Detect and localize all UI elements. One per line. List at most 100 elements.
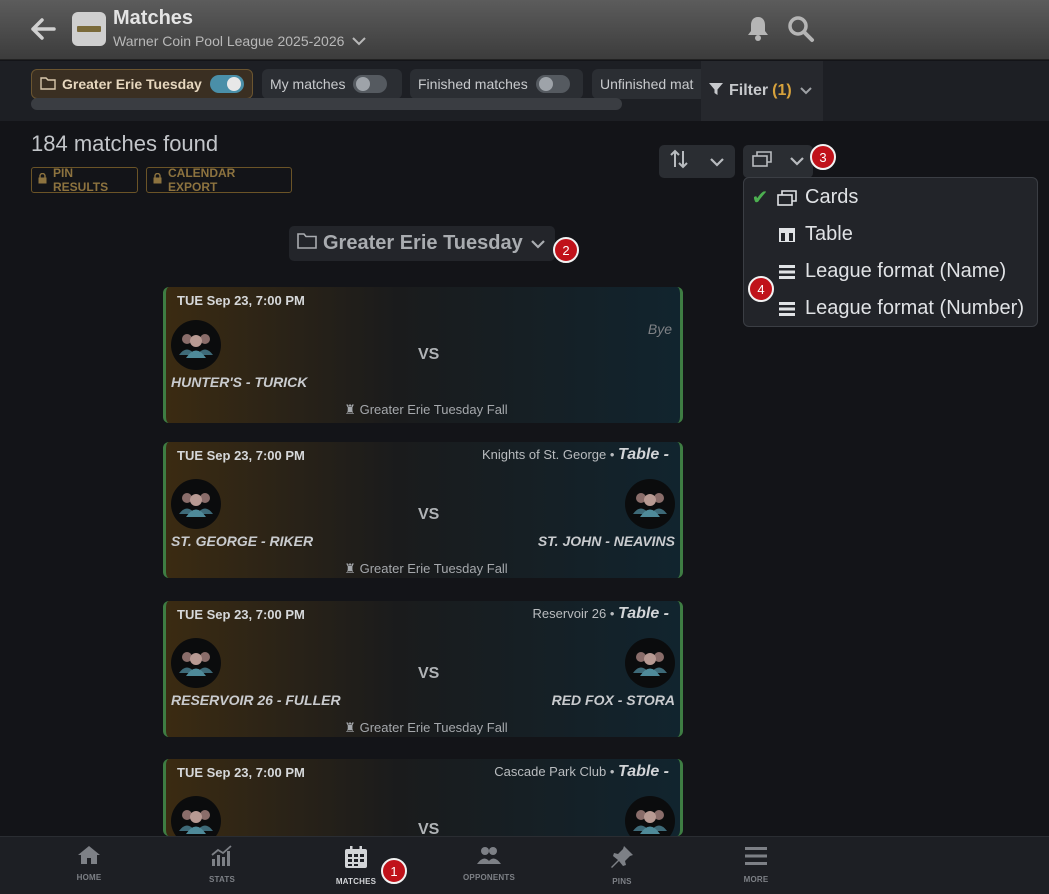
menu-item-league-format-name[interactable]: League format (Name) [744, 253, 1039, 290]
pin-results-button[interactable]: PIN RESULTS [31, 166, 138, 194]
chip-toggle[interactable] [353, 75, 388, 93]
calendar-export-button[interactable]: CALENDAR EXPORT [146, 166, 292, 194]
nav-label: OPPONENTS [462, 873, 516, 882]
season-label: ♜ Greater Erie Tuesday Fall [344, 402, 508, 417]
team-avatar [171, 638, 221, 688]
opponents-icon [477, 845, 501, 870]
results-count: 184 matches found [31, 131, 219, 156]
venue-label: Knights of St. George • Table - [481, 446, 669, 463]
view-mode-menu: ✔ Cards Table League format (Name) Leagu… [743, 177, 1038, 327]
vs-label: VS [418, 346, 440, 363]
nav-label: STATS [208, 875, 236, 884]
sort-arrows-icon [669, 149, 689, 174]
search-icon[interactable] [787, 15, 817, 45]
lock-icon [38, 172, 47, 187]
nav-more[interactable]: MORE [716, 845, 796, 884]
away-team: RED FOX - STORA [551, 692, 675, 708]
cards-icon [751, 151, 772, 172]
nav-label: PINS [612, 877, 632, 886]
menu-item-cards[interactable]: ✔ Cards [744, 179, 1039, 216]
app-root: Matches Warner Coin Pool League 2025-202… [0, 0, 1049, 894]
sort-button[interactable] [659, 145, 735, 178]
nav-pins[interactable]: PINS [582, 845, 662, 886]
menu-item-label: Cards [805, 186, 859, 208]
chip-finished-matches[interactable]: Finished matches [410, 69, 583, 99]
nav-home[interactable]: HOME [49, 845, 129, 882]
team-avatar [625, 638, 675, 688]
nav-label: MATCHES [335, 877, 377, 886]
team-avatar [171, 320, 221, 370]
match-card[interactable]: TUE Sep 23, 7:00 PM Cascade Park Club • … [163, 759, 683, 836]
league-name: Warner Coin Pool League 2025-2026 [113, 33, 345, 49]
chips-scrollbar[interactable] [31, 98, 622, 110]
season-icon: ♜ [344, 402, 356, 417]
list-icon [772, 264, 802, 280]
chevron-down-icon [789, 153, 805, 171]
league-logo [72, 12, 106, 46]
step-badge-2: 2 [553, 237, 579, 263]
nav-opponents[interactable]: OPPONENTS [449, 845, 529, 882]
filter-bar: Greater Erie Tuesday My matches Finished… [0, 61, 1049, 121]
vs-label: VS [418, 821, 440, 836]
check-icon: ✔ [751, 187, 769, 209]
folder-icon [40, 76, 56, 93]
vs-label: VS [418, 665, 440, 682]
table-icon [772, 227, 802, 243]
chip-greater-erie-tuesday[interactable]: Greater Erie Tuesday [31, 69, 253, 99]
menu-item-table[interactable]: Table [744, 216, 1039, 253]
season-label: ♜ Greater Erie Tuesday Fall [344, 561, 508, 576]
match-date: TUE Sep 23, 7:00 PM [177, 765, 305, 780]
step-badge-1: 1 [381, 858, 407, 884]
nav-stats[interactable]: STATS [182, 845, 262, 884]
page-title: Matches [113, 7, 194, 29]
group-header[interactable]: Greater Erie Tuesday [289, 226, 555, 261]
match-date: TUE Sep 23, 7:00 PM [177, 293, 305, 308]
step-badge-4: 4 [748, 276, 774, 302]
league-selector[interactable]: Warner Coin Pool League 2025-2026 [113, 33, 367, 49]
nav-label: HOME [76, 873, 102, 882]
chevron-down-icon [709, 151, 725, 172]
back-arrow-icon[interactable] [30, 16, 58, 44]
match-date: TUE Sep 23, 7:00 PM [177, 607, 305, 622]
match-card[interactable]: TUE Sep 23, 7:00 PM Knights of St. Georg… [163, 442, 683, 578]
pin-results-label: PIN RESULTS [53, 166, 109, 194]
step-badge-3: 3 [810, 144, 836, 170]
filter-count: (1) [772, 82, 792, 99]
cards-icon [772, 189, 802, 206]
chip-label: Finished matches [418, 76, 528, 92]
menu-item-league-format-number[interactable]: League format (Number) [744, 290, 1039, 327]
season-label: ♜ Greater Erie Tuesday Fall [344, 720, 508, 735]
chip-label: My matches [270, 76, 346, 92]
folder-icon [297, 232, 317, 255]
chip-toggle[interactable] [535, 75, 570, 93]
chip-label: Greater Erie Tuesday [62, 76, 202, 92]
team-avatar [625, 479, 675, 529]
group-label: Greater Erie Tuesday [323, 232, 523, 254]
bottom-nav: HOME STATS MATCHES OPPONENTS PINS MORE 1 [0, 836, 1049, 894]
filter-label: Filter [729, 82, 769, 99]
calendar-export-label: CALENDAR EXPORT [168, 166, 236, 194]
venue-label: Reservoir 26 • Table - [532, 605, 669, 622]
calendar-icon [344, 845, 368, 874]
team-avatar [625, 796, 675, 836]
menu-item-label: League format (Name) [805, 260, 1007, 282]
match-date: TUE Sep 23, 7:00 PM [177, 448, 305, 463]
filter-button[interactable]: Filter (1) [701, 61, 823, 121]
menu-item-label: League format (Number) [805, 297, 1024, 319]
chip-unfinished-matches[interactable]: Unfinished mat [592, 69, 707, 99]
chip-my-matches[interactable]: My matches [262, 69, 402, 99]
list-icon [772, 301, 802, 317]
bell-icon[interactable] [744, 14, 774, 44]
team-avatar [171, 796, 221, 836]
match-card[interactable]: TUE Sep 23, 7:00 PM Bye HUNTER'S - TURIC… [163, 287, 683, 423]
home-team: ST. GEORGE - RIKER [171, 533, 314, 549]
venue-label: Cascade Park Club • Table - [494, 763, 669, 780]
stats-icon [210, 845, 234, 872]
match-card[interactable]: TUE Sep 23, 7:00 PM Reservoir 26 • Table… [163, 601, 683, 737]
view-mode-button[interactable] [743, 145, 813, 178]
home-icon [77, 845, 101, 870]
home-team: RESERVOIR 26 - FULLER [171, 692, 341, 708]
home-team: HUNTER'S - TURICK [171, 374, 308, 390]
menu-item-label: Table [805, 223, 853, 245]
chip-toggle[interactable] [209, 75, 244, 93]
